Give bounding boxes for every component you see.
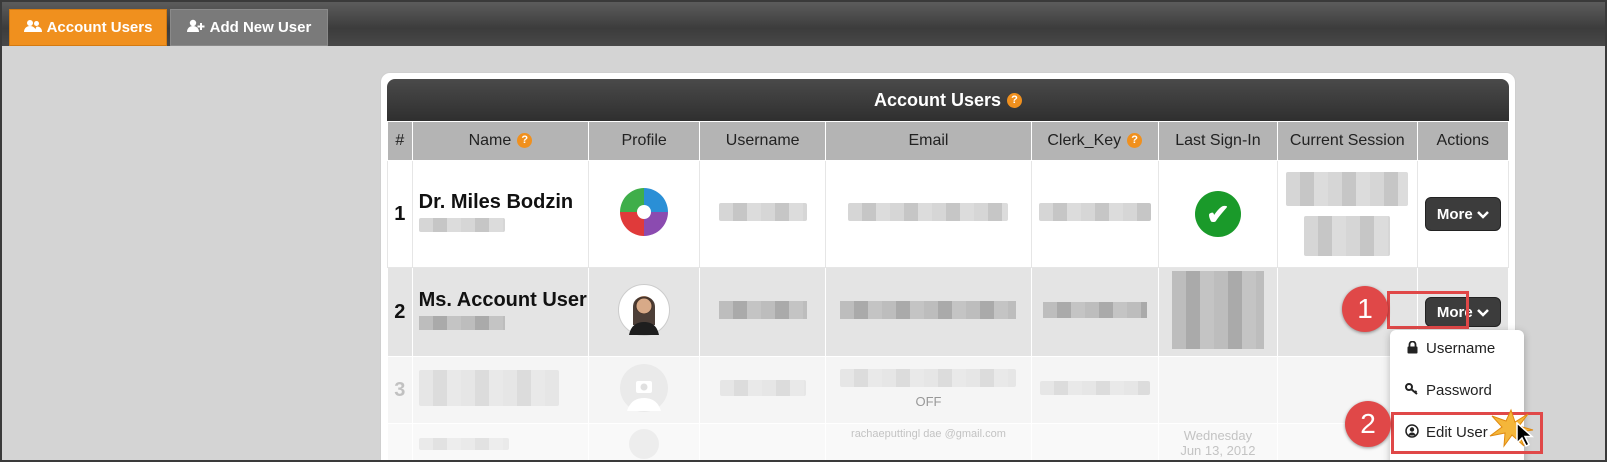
mouse-cursor-icon bbox=[1516, 421, 1534, 453]
table-row: 2 Ms. Account User More bbox=[387, 267, 1510, 357]
redacted-username bbox=[718, 202, 807, 221]
user-name: Ms. Account User bbox=[418, 289, 587, 311]
more-label: More bbox=[1436, 205, 1473, 223]
row-number: 3 bbox=[394, 378, 406, 401]
profile-puzzle-image bbox=[618, 187, 670, 242]
row-number: 2 bbox=[394, 300, 406, 323]
column-header: Actions bbox=[1416, 121, 1510, 161]
redacted-last-signin bbox=[1171, 270, 1264, 349]
step-callout-2: 2 bbox=[1345, 401, 1391, 447]
redacted-email bbox=[840, 369, 1017, 387]
signed-in-check-icon: ✔ bbox=[1194, 191, 1241, 237]
redacted-clerk-key bbox=[1039, 380, 1150, 395]
tab-label: Add New User bbox=[209, 19, 312, 36]
users-icon bbox=[23, 19, 42, 37]
panel-title: Account Users bbox=[873, 89, 1002, 110]
more-button-highlight bbox=[1387, 291, 1469, 329]
redacted-name bbox=[418, 369, 559, 406]
user-plus-icon bbox=[186, 19, 205, 37]
email-text: rachaeputtingl dae @gmail.com bbox=[825, 423, 1032, 460]
last-signin-day: Wednesday bbox=[1183, 428, 1253, 443]
key-icon bbox=[1404, 383, 1420, 398]
column-header: Last Sign-In bbox=[1157, 121, 1278, 161]
table-header-row: # Name? Profile Username Email Clerk_Key… bbox=[387, 121, 1510, 161]
avatar bbox=[618, 284, 671, 336]
row-number: 1 bbox=[394, 202, 406, 225]
step-callout-1: 1 bbox=[1342, 286, 1388, 332]
menu-item-username[interactable]: Username bbox=[1404, 340, 1495, 357]
camera-placeholder-icon bbox=[619, 363, 669, 417]
redacted-name bbox=[418, 438, 509, 450]
column-header-name[interactable]: Name? bbox=[411, 121, 590, 161]
user-name: Dr. Miles Bodzin bbox=[418, 191, 574, 213]
users-table: # Name? Profile Username Email Clerk_Key… bbox=[387, 121, 1510, 460]
tab-account-users[interactable]: Account Users bbox=[9, 9, 167, 46]
column-header: Current Session bbox=[1276, 121, 1418, 161]
redacted-session bbox=[1286, 172, 1409, 206]
camera-placeholder-icon bbox=[629, 428, 660, 459]
email-status: OFF bbox=[915, 394, 942, 409]
redacted-clerk-key bbox=[1042, 301, 1147, 318]
table-row: 3 OFF bbox=[387, 356, 1510, 424]
last-signin-date: Jun 13, 2012 bbox=[1180, 443, 1256, 458]
help-icon[interactable]: ? bbox=[1127, 133, 1143, 149]
column-header: Email bbox=[825, 121, 1032, 161]
redacted-username bbox=[719, 379, 806, 396]
chevron-down-icon bbox=[1476, 206, 1489, 223]
menu-item-label: Username bbox=[1426, 340, 1496, 357]
more-button[interactable]: More bbox=[1424, 197, 1501, 231]
menu-item-password[interactable]: Password bbox=[1404, 382, 1492, 399]
column-header: # bbox=[387, 121, 413, 161]
column-label: Name bbox=[468, 132, 512, 149]
panel-header: Account Users ? bbox=[387, 79, 1509, 121]
column-header-clerk-key[interactable]: Clerk_Key? bbox=[1030, 121, 1159, 161]
menu-item-label: Password bbox=[1426, 382, 1492, 399]
column-header: Username bbox=[699, 121, 827, 161]
help-icon[interactable]: ? bbox=[517, 133, 533, 149]
redacted-username bbox=[718, 300, 807, 319]
redacted-text bbox=[418, 218, 505, 232]
redacted-text bbox=[418, 316, 505, 330]
account-users-panel: Account Users ? # Name? Profile Username… bbox=[380, 72, 1516, 460]
redacted-email bbox=[840, 300, 1017, 319]
table-row: 1 Dr. Miles Bodzin ✔ More bbox=[387, 160, 1510, 268]
tab-label: Account Users bbox=[46, 19, 153, 36]
top-tab-bar: Account Users Add New User bbox=[2, 2, 1605, 46]
app-window: Account Users Add New User Account Users… bbox=[0, 0, 1607, 462]
chevron-down-icon bbox=[1476, 304, 1489, 321]
redacted-clerk-key bbox=[1038, 202, 1151, 221]
column-label: Clerk_Key bbox=[1047, 132, 1122, 149]
table-row: rachaeputtingl dae @gmail.com Wednesday … bbox=[387, 423, 1510, 460]
tab-add-new-user[interactable]: Add New User bbox=[170, 9, 328, 46]
lock-icon bbox=[1404, 340, 1420, 357]
help-icon[interactable]: ? bbox=[1007, 92, 1023, 108]
redacted-session bbox=[1304, 216, 1391, 256]
column-header: Profile bbox=[588, 121, 701, 161]
redacted-email bbox=[848, 202, 1009, 221]
